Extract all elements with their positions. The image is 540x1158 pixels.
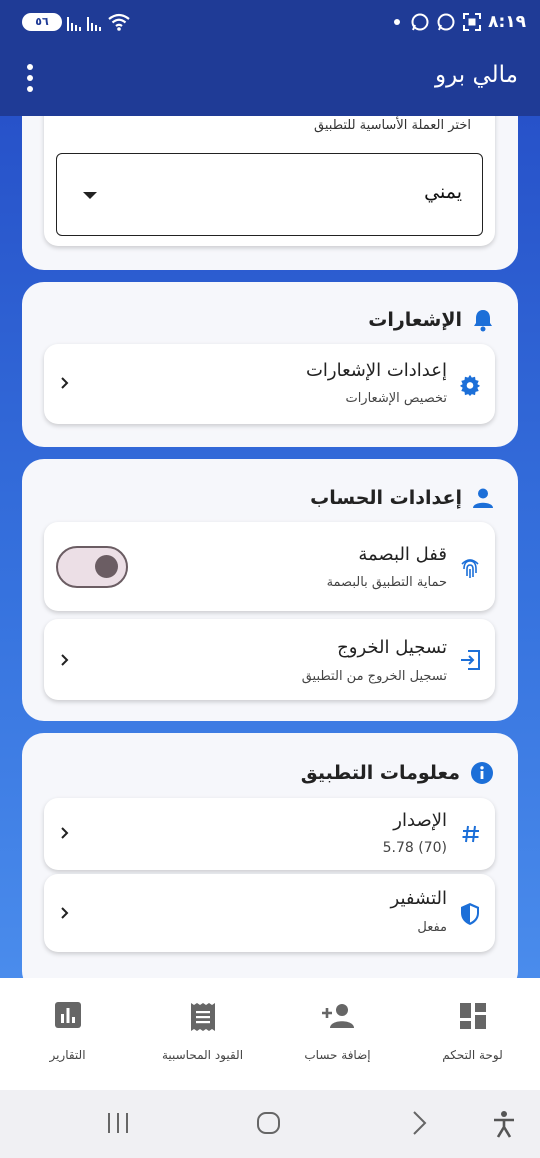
nav-add-account-label: إضافة حساب: [304, 1048, 371, 1062]
notification-settings-item[interactable]: إعدادات الإشعارات تخصيص الإشعارات: [44, 344, 495, 424]
account-section: إعدادات الحساب قفل البصمة حماية التطبيق …: [22, 459, 518, 721]
nav-journal-entries[interactable]: القيود المحاسبية: [135, 978, 270, 1090]
version-item[interactable]: الإصدار 5.78 (70): [44, 798, 495, 870]
app-info-section-title: معلومات التطبيق: [301, 761, 494, 785]
app-title: مالي برو: [434, 62, 518, 88]
more-options-icon[interactable]: [22, 64, 38, 92]
notifications-title-text: الإشعارات: [368, 309, 462, 331]
encryption-item[interactable]: التشفير مفعل: [44, 874, 495, 952]
version-title: الإصدار: [393, 810, 447, 831]
currency-selected-value: يمني: [424, 181, 462, 203]
person-icon: [473, 488, 493, 508]
notification-settings-subtitle: تخصيص الإشعارات: [345, 391, 447, 406]
fingerprint-lock-subtitle: حماية التطبيق بالبصمة: [326, 575, 447, 590]
chevron-icon: [61, 654, 69, 666]
bell-icon: [474, 310, 492, 332]
fingerprint-lock-item: قفل البصمة حماية التطبيق بالبصمة: [44, 522, 495, 611]
chevron-icon: [61, 827, 69, 839]
notification-settings-title: إعدادات الإشعارات: [305, 360, 447, 381]
chevron-icon: [61, 377, 69, 389]
nav-dashboard[interactable]: لوحة التحكم: [405, 978, 540, 1090]
chevron-icon: [61, 907, 69, 919]
add-person-icon: [321, 1004, 354, 1028]
gear-icon: [459, 374, 481, 396]
account-section-title: إعدادات الحساب: [310, 487, 494, 509]
nav-journal-entries-label: القيود المحاسبية: [161, 1048, 244, 1062]
fingerprint-lock-toggle[interactable]: [56, 546, 128, 588]
system-navigation-bar: [0, 1090, 540, 1158]
logout-item[interactable]: تسجيل الخروج تسجيل الخروج من التطبيق: [44, 619, 495, 700]
currency-card: اختر العملة الأساسية للتطبيق يمني: [44, 116, 495, 246]
back-icon[interactable]: [410, 1110, 430, 1136]
app-info-title-text: معلومات التطبيق: [300, 762, 460, 784]
accessibility-icon[interactable]: [492, 1110, 516, 1138]
app-info-section: معلومات التطبيق الإصدار 5.78 (70) التشفي…: [22, 733, 518, 978]
nav-dashboard-label: لوحة التحكم: [442, 1048, 503, 1062]
account-title-text: إعدادات الحساب: [310, 487, 462, 509]
nav-reports[interactable]: التقارير: [0, 978, 135, 1090]
encryption-status: مفعل: [417, 920, 447, 935]
dropdown-arrow-icon: [83, 192, 97, 199]
signal-icon: [67, 17, 81, 31]
fingerprint-icon: [461, 559, 479, 578]
currency-dropdown[interactable]: يمني: [56, 153, 483, 236]
hash-icon: [462, 825, 479, 843]
settings-content[interactable]: اختر العملة الأساسية للتطبيق يمني الإشعا…: [0, 116, 540, 978]
wifi-icon: [108, 13, 130, 31]
battery-level: ٥٦: [35, 15, 49, 28]
notifications-section: الإشعارات إعدادات الإشعارات تخصيص الإشعا…: [22, 282, 518, 447]
toggle-knob: [95, 555, 118, 578]
whatsapp-icon: [411, 13, 429, 31]
notifications-section-title: الإشعارات: [368, 308, 494, 332]
encryption-title: التشفير: [390, 888, 447, 909]
whatsapp-icon: [437, 13, 455, 31]
version-value: 5.78 (70): [382, 840, 447, 856]
shield-icon: [461, 903, 479, 925]
logout-icon: [461, 650, 480, 670]
bar-chart-icon: [54, 1002, 81, 1028]
screenshot-icon: [463, 13, 482, 31]
receipt-icon: [190, 1003, 215, 1031]
signal-icon: [87, 17, 101, 31]
fingerprint-lock-title: قفل البصمة: [358, 544, 447, 565]
logout-subtitle: تسجيل الخروج من التطبيق: [301, 669, 447, 684]
nav-reports-label: التقارير: [49, 1048, 86, 1062]
recent-apps-icon[interactable]: [106, 1110, 130, 1136]
status-bar: ٥٦ ٨:١٩: [0, 0, 540, 46]
dashboard-icon: [459, 1003, 486, 1029]
status-time: ٨:١٩: [488, 12, 526, 32]
battery-indicator: ٥٦: [22, 13, 62, 31]
currency-subtitle: اختر العملة الأساسية للتطبيق: [314, 118, 471, 133]
logout-title: تسجيل الخروج: [337, 637, 447, 658]
app-bar: مالي برو: [0, 46, 540, 116]
info-icon: [471, 762, 493, 784]
home-icon[interactable]: [256, 1110, 282, 1136]
currency-section: اختر العملة الأساسية للتطبيق يمني: [22, 116, 518, 270]
notification-dot-icon: [394, 19, 401, 25]
bottom-navigation: لوحة التحكم إضافة حساب القيود المحاسبية …: [0, 978, 540, 1090]
nav-add-account[interactable]: إضافة حساب: [270, 978, 405, 1090]
